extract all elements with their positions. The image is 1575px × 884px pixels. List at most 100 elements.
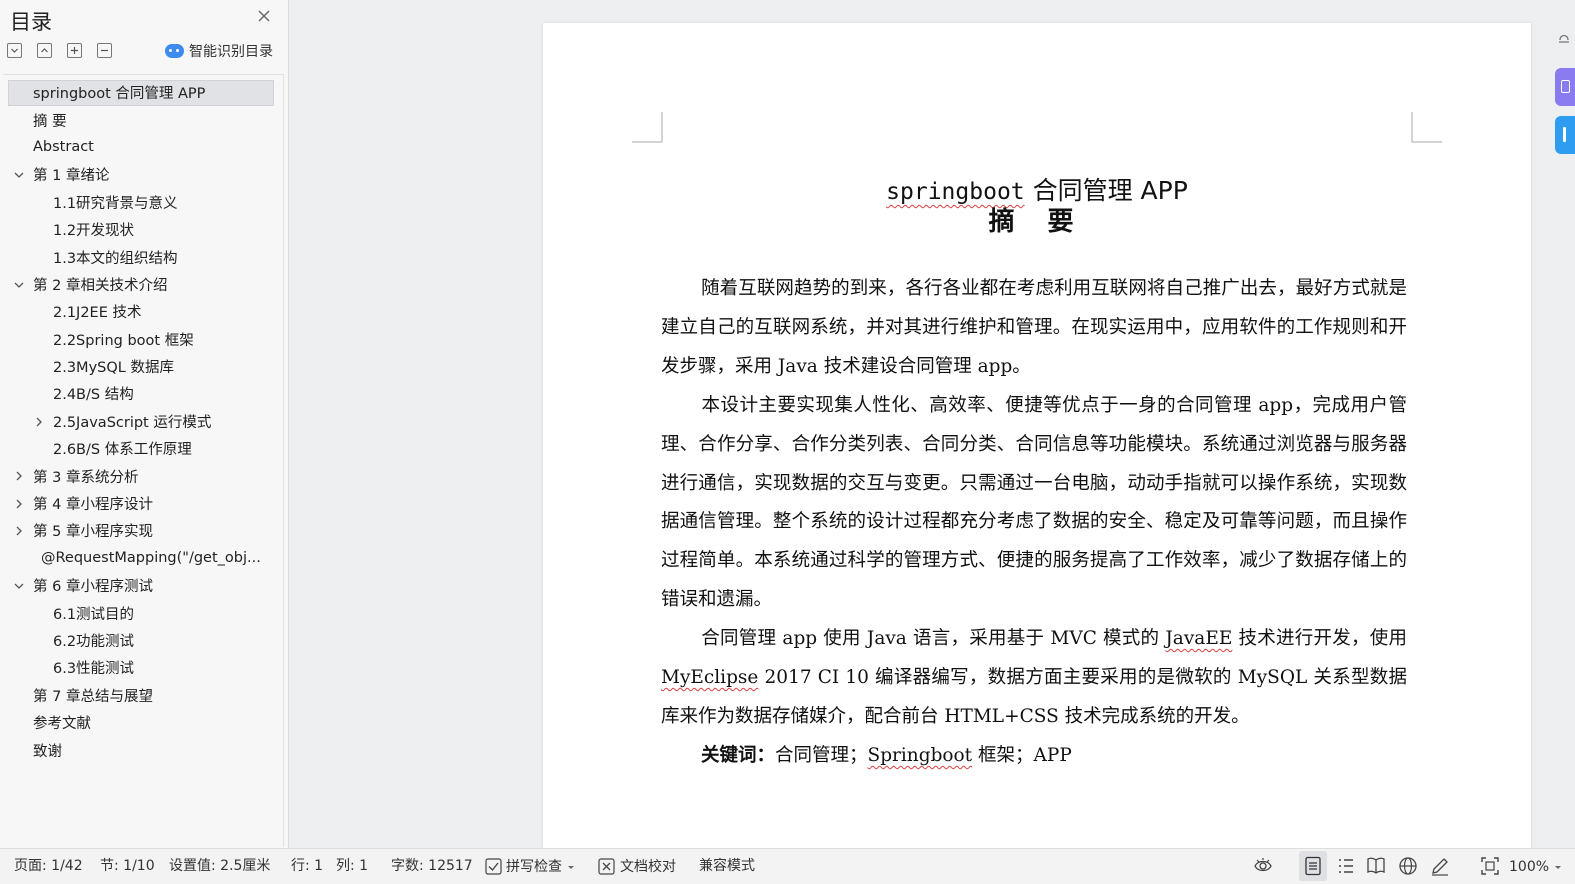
close-icon[interactable]: [256, 8, 272, 24]
keywords-label: 关键词：: [701, 745, 776, 766]
proofread-icon: [598, 858, 615, 875]
outline-view-icon[interactable]: [1336, 856, 1356, 876]
chevron-right-icon[interactable]: [14, 471, 24, 481]
chevron-down-icon[interactable]: [14, 581, 24, 591]
toc-item[interactable]: 第 5 章小程序实现: [3, 517, 283, 544]
paragraph-1: 随着互联网趋势的到来，各行各业都在考虑利用互联网将自己推广出去，最好方式就是建立…: [661, 278, 1407, 377]
toc-item-label: 参考文献: [33, 716, 91, 733]
col-indicator: 列: 1: [336, 858, 369, 874]
toc-item[interactable]: 参考文献: [3, 709, 283, 736]
toc-item-label: 2.3MySQL 数据库: [53, 360, 174, 377]
abstract-heading: 摘 要: [988, 207, 1086, 237]
toc-item-label: springboot 合同管理 APP: [33, 86, 206, 103]
toc-item[interactable]: 6.1测试目的: [3, 599, 283, 626]
toc-item[interactable]: 2.1J2EE 技术: [3, 298, 283, 325]
toc-item-label: @RequestMapping("/get_obj...: [41, 550, 261, 567]
toc-item-label: 致谢: [33, 743, 62, 760]
spellcheck-button[interactable]: 拼写检查: [485, 849, 576, 884]
zoom-level[interactable]: 100%: [1509, 849, 1563, 884]
sidebar-title: 目录: [10, 10, 52, 34]
write-mode-icon[interactable]: [1430, 856, 1450, 876]
collapse-panel-icon[interactable]: [1556, 28, 1572, 52]
proofread-button[interactable]: 文档校对: [598, 849, 676, 884]
chevron-right-icon[interactable]: [34, 417, 44, 427]
toc-item[interactable]: 致谢: [3, 736, 283, 763]
toc-item-label: 2.1J2EE 技术: [53, 305, 142, 322]
toc-item[interactable]: 第 2 章相关技术介绍: [3, 271, 283, 298]
right-edge-tools: [1552, 20, 1575, 170]
toc-item-label: 1.3本文的组织结构: [53, 250, 178, 267]
page-view-button[interactable]: [1299, 851, 1327, 881]
toc-item[interactable]: 第 3 章系统分析: [3, 462, 283, 489]
paragraph-3: 合同管理 app 使用 Java 语言，采用基于 MVC 模式的 JavaEE …: [661, 628, 1408, 727]
toc-item[interactable]: 第 4 章小程序设计: [3, 490, 283, 517]
setting-value[interactable]: 设置值: 2.5厘米: [169, 849, 270, 884]
spell-error-springboot[interactable]: Springboot: [868, 745, 973, 766]
toc-item-label: 摘 要: [33, 113, 67, 130]
toc-item[interactable]: 1.3本文的组织结构: [3, 243, 283, 270]
toc-item[interactable]: 第 1 章绪论: [3, 161, 283, 188]
toc-item[interactable]: 2.4B/S 结构: [3, 380, 283, 407]
toc-item-label: 第 6 章小程序测试: [33, 579, 153, 596]
ai-assistant-tab[interactable]: [1555, 68, 1575, 106]
row-indicator: 行: 1: [291, 858, 324, 874]
smart-toc-button[interactable]: 智能识别目录: [165, 41, 273, 61]
reading-view-icon[interactable]: [1366, 856, 1386, 876]
toc-item[interactable]: springboot 合同管理 APP: [3, 79, 283, 107]
margin-corner-mark: [1411, 112, 1442, 143]
eye-protection-icon[interactable]: [1253, 856, 1273, 876]
spell-error-myeclipse[interactable]: MyEclipse: [661, 667, 758, 688]
page-indicator[interactable]: 页面: 1/42: [14, 849, 83, 884]
share-tab[interactable]: [1555, 116, 1575, 154]
toc-item-label: 第 7 章总结与展望: [33, 688, 153, 705]
toc-item[interactable]: 1.2开发现状: [3, 216, 283, 243]
toc-item-label: 1.1研究背景与意义: [53, 195, 178, 212]
remove-heading-icon[interactable]: [97, 43, 112, 58]
page-view-icon: [1305, 856, 1321, 876]
toc-item[interactable]: 2.5JavaScript 运行模式: [3, 408, 283, 435]
smart-toc-label: 智能识别目录: [189, 44, 273, 60]
spellcheck-icon: [485, 858, 502, 875]
toc-item[interactable]: 2.2Spring boot 框架: [3, 326, 283, 353]
chevron-right-icon[interactable]: [14, 499, 24, 509]
status-bar: 页面: 1/42 节: 1/10 设置值: 2.5厘米 行: 1 列: 1 字数…: [0, 848, 1575, 884]
toc-item-label: 2.4B/S 结构: [53, 387, 134, 404]
chevron-down-icon[interactable]: [14, 170, 24, 180]
add-heading-icon[interactable]: [67, 43, 82, 58]
toc-item-label: 第 4 章小程序设计: [33, 497, 153, 514]
spell-error-javaee[interactable]: JavaEE: [1165, 628, 1232, 649]
toc-item-label: 6.1测试目的: [53, 606, 135, 623]
expand-all-icon[interactable]: [7, 43, 22, 58]
collapse-all-icon[interactable]: [37, 43, 52, 58]
toc-item[interactable]: 2.6B/S 体系工作原理: [3, 435, 283, 462]
toc-item-label: 2.2Spring boot 框架: [53, 332, 194, 349]
toc-item-label: Abstract: [33, 139, 94, 156]
toc-item-label: 2.5JavaScript 运行模式: [53, 414, 212, 431]
toc-item-label: 6.3性能测试: [53, 661, 135, 678]
toc-item[interactable]: 第 7 章总结与展望: [3, 682, 283, 709]
word-count[interactable]: 字数: 12517: [391, 849, 473, 884]
toc-item[interactable]: 6.2功能测试: [3, 627, 283, 654]
toc-item[interactable]: 摘 要: [3, 106, 283, 133]
fit-page-icon[interactable]: [1480, 856, 1500, 876]
toc-item[interactable]: @RequestMapping("/get_obj...: [3, 545, 283, 572]
toc-item[interactable]: 1.1研究背景与意义: [3, 189, 283, 216]
paragraph-2: 本设计主要实现集人性化、高效率、便捷等优点于一身的合同管理 app，完成用户管理…: [661, 395, 1407, 610]
toc-item[interactable]: 2.3MySQL 数据库: [3, 353, 283, 380]
compat-mode: 兼容模式: [699, 858, 755, 874]
chevron-down-icon[interactable]: [14, 280, 24, 290]
web-view-icon[interactable]: [1398, 856, 1418, 876]
toc-item[interactable]: 6.3性能测试: [3, 654, 283, 681]
toc-item[interactable]: Abstract: [3, 134, 283, 161]
toc-item-label: 第 3 章系统分析: [33, 469, 139, 486]
document-page[interactable]: springboot 合同管理 APP 摘 要 随着互联网趋势的到来，各行各业都…: [543, 23, 1531, 853]
section-indicator: 节: 1/10: [100, 858, 155, 874]
toc-item[interactable]: 第 6 章小程序测试: [3, 572, 283, 599]
chevron-right-icon[interactable]: [14, 526, 24, 536]
toc-item-label: 第 5 章小程序实现: [33, 524, 153, 541]
dropdown-caret-icon: [568, 865, 574, 869]
dropdown-caret-icon: [1555, 865, 1562, 869]
toc-list: springboot 合同管理 APP 摘 要 Abstract 第 1 章绪论 1.1…: [3, 79, 283, 764]
toc-item-label: 2.6B/S 体系工作原理: [53, 442, 192, 459]
toc-panel: springboot 合同管理 APP 摘 要 Abstract 第 1 章绪论 1.1…: [3, 74, 284, 847]
